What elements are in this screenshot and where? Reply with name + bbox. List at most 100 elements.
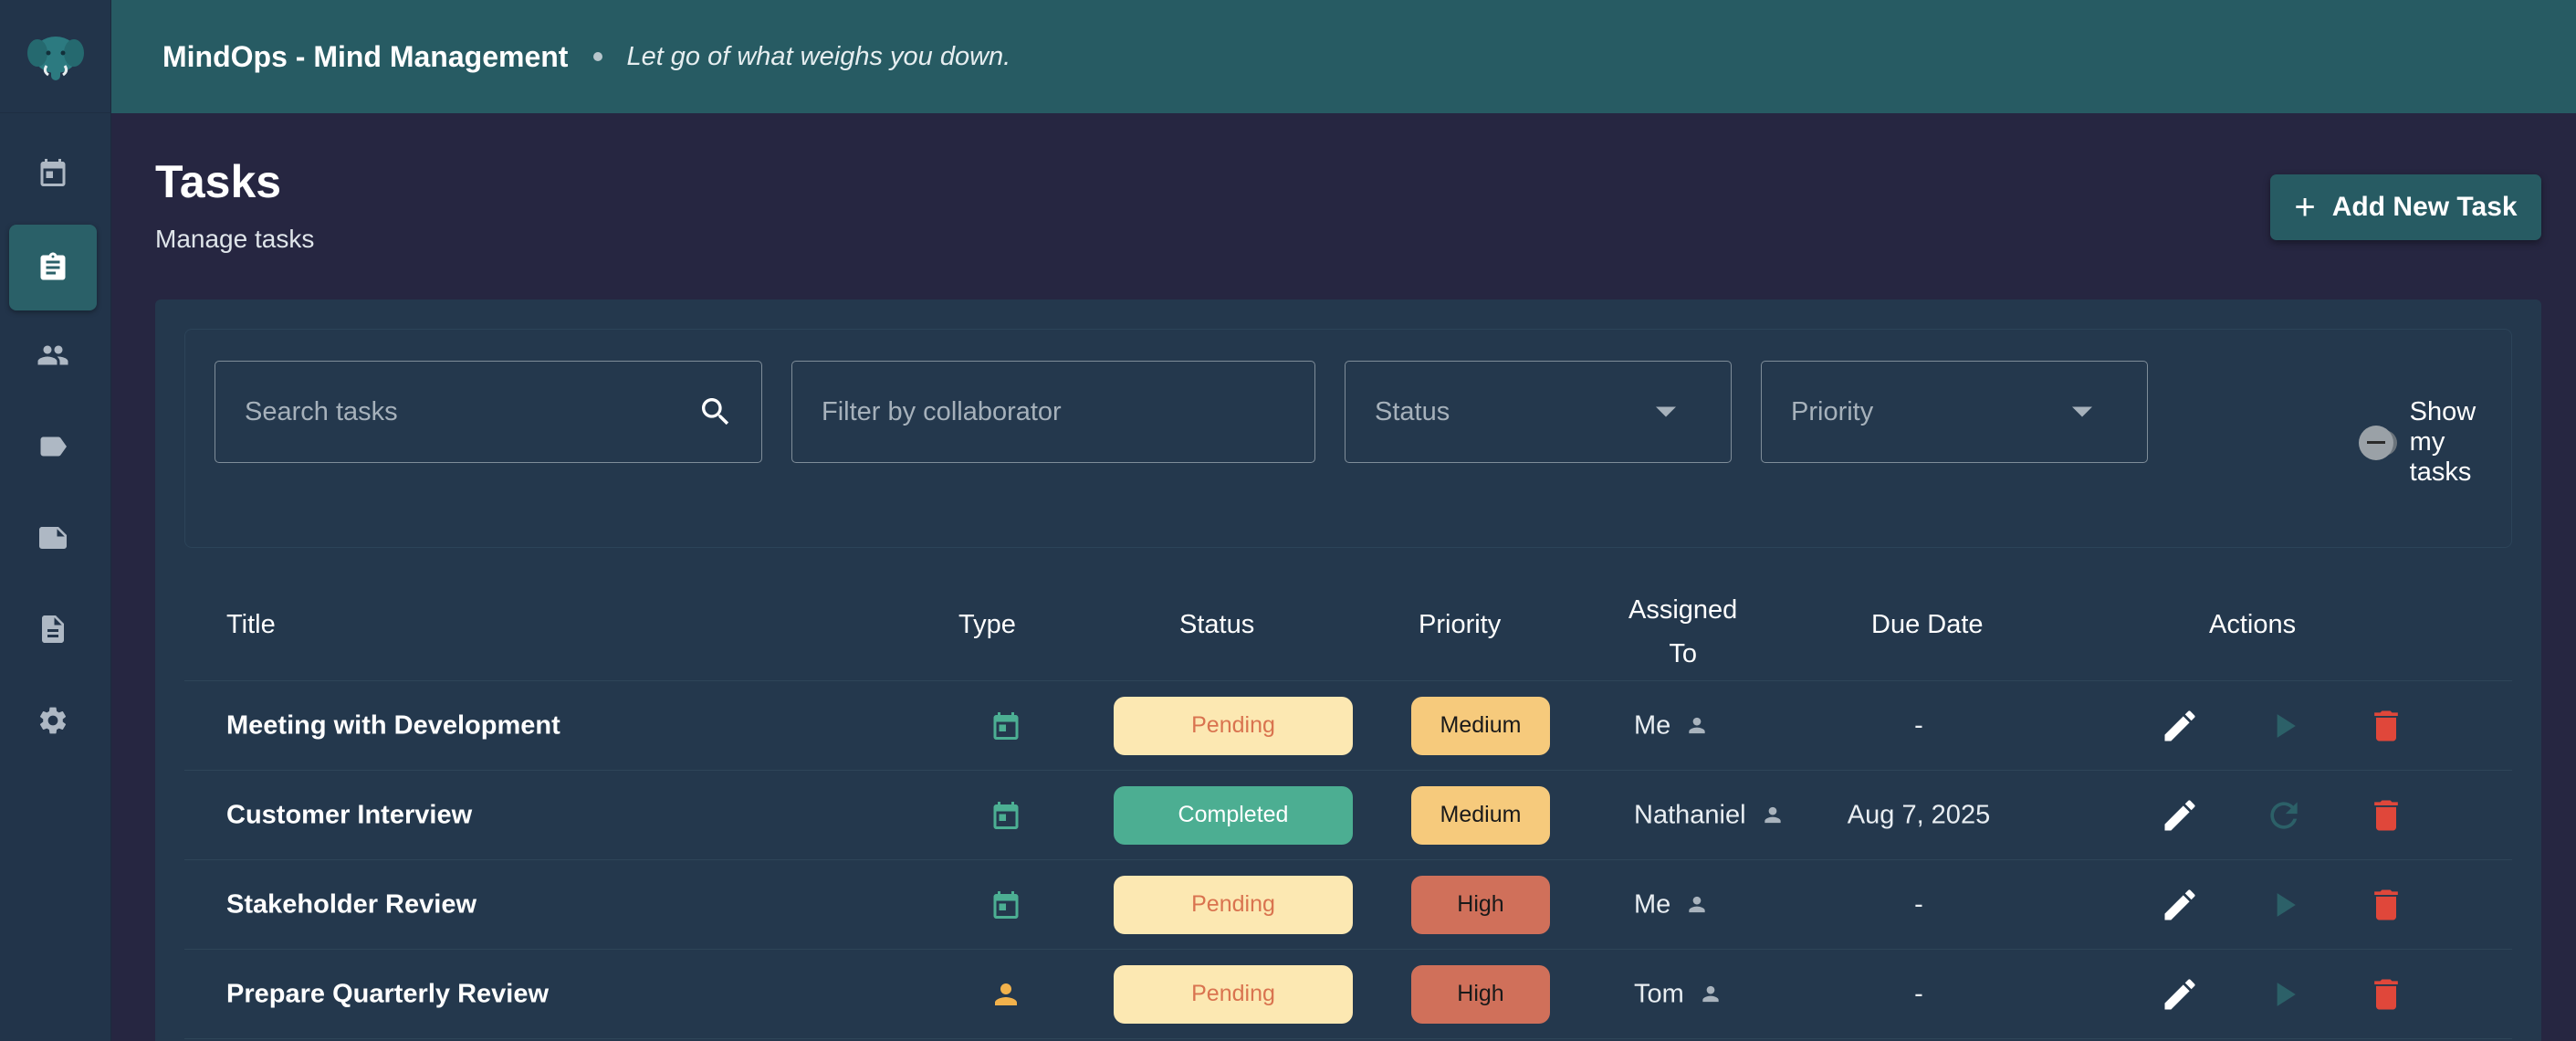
column-header-assigned[interactable]: Assigned To [1628, 588, 1737, 676]
person-icon [990, 978, 1022, 1011]
priority-select-value: Priority [1791, 396, 1874, 426]
play-icon[interactable] [2264, 885, 2304, 925]
status-select-value: Status [1375, 396, 1450, 426]
table-header: Title Type Status Priority Assigned To D… [184, 573, 2512, 681]
edit-icon[interactable] [2160, 795, 2200, 836]
status-badge: Completed [1114, 785, 1353, 845]
table-row[interactable]: Prepare Quarterly Review Pending High To… [184, 950, 2512, 1039]
priority-badge: Medium [1411, 696, 1550, 755]
task-title[interactable]: Meeting with Development [226, 710, 560, 741]
collaborator-filter-input[interactable]: Filter by collaborator [791, 361, 1315, 463]
app-tagline: Let go of what weighs you down. [626, 41, 1011, 71]
task-title[interactable]: Stakeholder Review [226, 889, 476, 920]
task-title[interactable]: Customer Interview [226, 800, 472, 830]
table-row[interactable]: Customer Interview Completed Medium Nath… [184, 771, 2512, 860]
delete-icon[interactable] [2366, 795, 2406, 836]
priority-badge: Medium [1411, 785, 1550, 845]
clipboard-icon [40, 252, 66, 280]
column-header-title[interactable]: Title [226, 610, 276, 640]
tasks-table: Title Type Status Priority Assigned To D… [184, 573, 2512, 1039]
label-icon [40, 436, 67, 457]
filter-panel: Search tasks Filter by collaborator Stat… [184, 329, 2512, 548]
sidebar-item-settings[interactable] [9, 678, 97, 763]
task-title[interactable]: Prepare Quarterly Review [226, 979, 549, 1009]
status-badge: Pending [1114, 696, 1353, 755]
assignee: Me [1634, 710, 1709, 741]
status-badge: Pending [1114, 964, 1353, 1024]
assigned-header-line1: Assigned [1628, 595, 1738, 625]
priority-badge: High [1411, 964, 1550, 1024]
delete-icon[interactable] [2366, 885, 2406, 925]
elephant-logo-icon[interactable] [0, 0, 111, 113]
separator-dot [593, 52, 603, 61]
calendar-icon [990, 710, 1022, 742]
assignee: Tom [1634, 979, 1723, 1009]
sidebar-item-documents[interactable] [9, 586, 97, 672]
page-subtitle: Manage tasks [155, 225, 315, 253]
column-header-type[interactable]: Type [958, 610, 1016, 640]
add-new-task-button[interactable]: + Add New Task [2270, 174, 2541, 240]
sidebar [0, 0, 111, 1041]
play-icon[interactable] [2264, 974, 2304, 1015]
assignee-name: Me [1634, 889, 1671, 919]
calendar-icon [990, 799, 1022, 832]
collaborator-placeholder: Filter by collaborator [822, 396, 1062, 426]
app-title: MindOps - Mind Management [162, 39, 569, 73]
column-header-priority[interactable]: Priority [1419, 610, 1501, 640]
search-input[interactable]: Search tasks [215, 361, 762, 463]
search-icon[interactable] [697, 394, 734, 430]
table-row[interactable]: Stakeholder Review Pending High Me - [184, 860, 2512, 950]
gear-icon [39, 707, 67, 734]
assignee-name: Nathaniel [1634, 800, 1746, 829]
status-badge: Pending [1114, 875, 1353, 934]
column-header-due-date[interactable]: Due Date [1871, 610, 1984, 640]
edit-icon[interactable] [2160, 706, 2200, 746]
toggle-knob [2359, 425, 2393, 460]
tasks-card: Search tasks Filter by collaborator Stat… [155, 300, 2541, 1041]
page-title: Tasks [155, 156, 282, 207]
assigned-header-line2: To [1669, 639, 1697, 668]
refresh-icon[interactable] [2264, 795, 2304, 836]
assignee: Me [1634, 889, 1709, 920]
calendar-icon [40, 159, 66, 186]
status-select[interactable]: Status [1345, 361, 1732, 463]
search-placeholder: Search tasks [245, 396, 398, 426]
sidebar-item-tasks[interactable] [9, 225, 97, 310]
column-header-actions: Actions [2209, 610, 2297, 639]
priority-select[interactable]: Priority [1761, 361, 2148, 463]
delete-icon[interactable] [2366, 974, 2406, 1015]
sidebar-item-notes[interactable] [9, 495, 97, 581]
due-date: - [1914, 710, 1923, 740]
due-date: Aug 7, 2025 [1847, 800, 1991, 829]
calendar-icon [990, 889, 1022, 921]
assignee-name: Me [1634, 710, 1671, 740]
column-header-status[interactable]: Status [1179, 610, 1254, 640]
chevron-down-icon [2072, 406, 2092, 417]
edit-icon[interactable] [2160, 974, 2200, 1015]
sidebar-item-labels[interactable] [9, 404, 97, 489]
priority-badge: High [1411, 875, 1550, 934]
play-icon[interactable] [2264, 706, 2304, 746]
person-icon [1689, 896, 1705, 913]
assignee-name: Tom [1634, 979, 1684, 1008]
person-icon [1689, 717, 1705, 734]
sidebar-item-people[interactable] [9, 312, 97, 398]
plus-icon: + [2294, 187, 2316, 227]
show-my-tasks-label: Show my tasks [2409, 397, 2477, 487]
due-date: - [1914, 979, 1923, 1008]
chevron-down-icon [1656, 406, 1676, 417]
person-icon [1764, 806, 1781, 824]
edit-icon[interactable] [2160, 885, 2200, 925]
table-row[interactable]: Meeting with Development Pending Medium … [184, 681, 2512, 771]
due-date: - [1914, 889, 1923, 919]
people-icon [37, 345, 68, 365]
show-my-tasks-toggle[interactable]: Show my tasks [2359, 397, 2511, 488]
top-bar: MindOps - Mind Management Let go of what… [111, 0, 2576, 113]
delete-icon[interactable] [2366, 706, 2406, 746]
person-icon [1702, 985, 1719, 1003]
note-icon [39, 527, 67, 549]
assignee: Nathaniel [1634, 800, 1785, 830]
sidebar-item-calendar[interactable] [9, 130, 97, 216]
toggle-switch[interactable] [2359, 425, 2397, 460]
document-icon [42, 615, 64, 643]
